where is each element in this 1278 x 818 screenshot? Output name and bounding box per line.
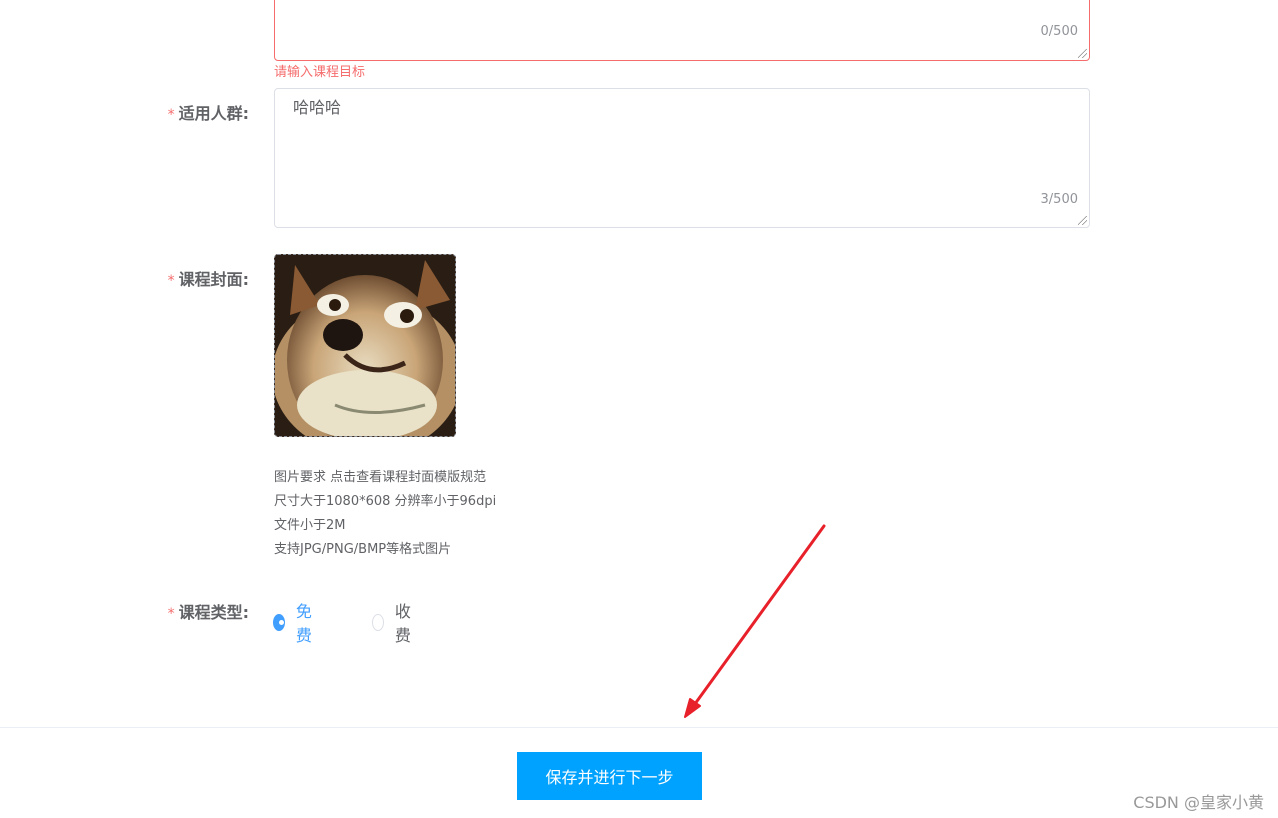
- radio-free[interactable]: 免费: [273, 598, 317, 646]
- course-type-label: 课程类型:: [178, 603, 249, 622]
- required-asterisk: *: [167, 606, 175, 622]
- cover-image-uploader[interactable]: [274, 254, 456, 437]
- audience-counter: 3/500: [1040, 192, 1078, 207]
- cover-hint-line: 支持JPG/PNG/BMP等格式图片: [274, 542, 452, 557]
- audience-textarea[interactable]: 哈哈哈 3/500: [274, 88, 1090, 228]
- footer-divider: [0, 727, 1278, 728]
- cover-label: 课程封面:: [178, 270, 249, 289]
- radio-paid-label[interactable]: 收费: [395, 598, 416, 646]
- audience-value: 哈哈哈: [293, 98, 342, 117]
- course-type-label-row: * 课程类型:: [168, 599, 249, 623]
- audience-label-row: * 适用人群:: [168, 100, 249, 124]
- csdn-watermark: CSDN @皇家小黄: [1133, 793, 1264, 812]
- audience-label: 适用人群:: [178, 104, 249, 123]
- resize-grip-icon[interactable]: [1078, 216, 1087, 225]
- course-goal-textarea[interactable]: 0/500: [274, 0, 1090, 61]
- radio-paid[interactable]: 收费: [372, 598, 416, 646]
- save-and-next-button[interactable]: 保存并进行下一步: [517, 752, 702, 800]
- required-asterisk: *: [167, 273, 175, 289]
- cover-hint-line: 文件小于2M: [274, 518, 346, 533]
- cover-hint-line: 图片要求 点击查看课程封面模版规范: [274, 470, 487, 485]
- cover-label-row: * 课程封面:: [168, 266, 249, 290]
- course-goal-counter: 0/500: [1040, 24, 1078, 39]
- cover-requirements: 图片要求 点击查看课程封面模版规范 尺寸大于1080*608 分辨率小于96dp…: [274, 466, 496, 562]
- course-form-page: 0/500 请输入课程目标 *适用人群: 哈哈哈 3/500 *课程封面:: [0, 0, 1278, 818]
- resize-grip-icon[interactable]: [1078, 49, 1087, 58]
- dog-cover-image: [275, 255, 455, 436]
- cover-hint-line: 尺寸大于1080*608 分辨率小于96dpi: [274, 494, 497, 509]
- radio-checked-icon[interactable]: [273, 613, 285, 631]
- required-asterisk: *: [167, 107, 175, 123]
- radio-unchecked-icon[interactable]: [372, 613, 384, 631]
- course-goal-error: 请输入课程目标: [274, 65, 366, 80]
- radio-free-label[interactable]: 免费: [296, 598, 317, 646]
